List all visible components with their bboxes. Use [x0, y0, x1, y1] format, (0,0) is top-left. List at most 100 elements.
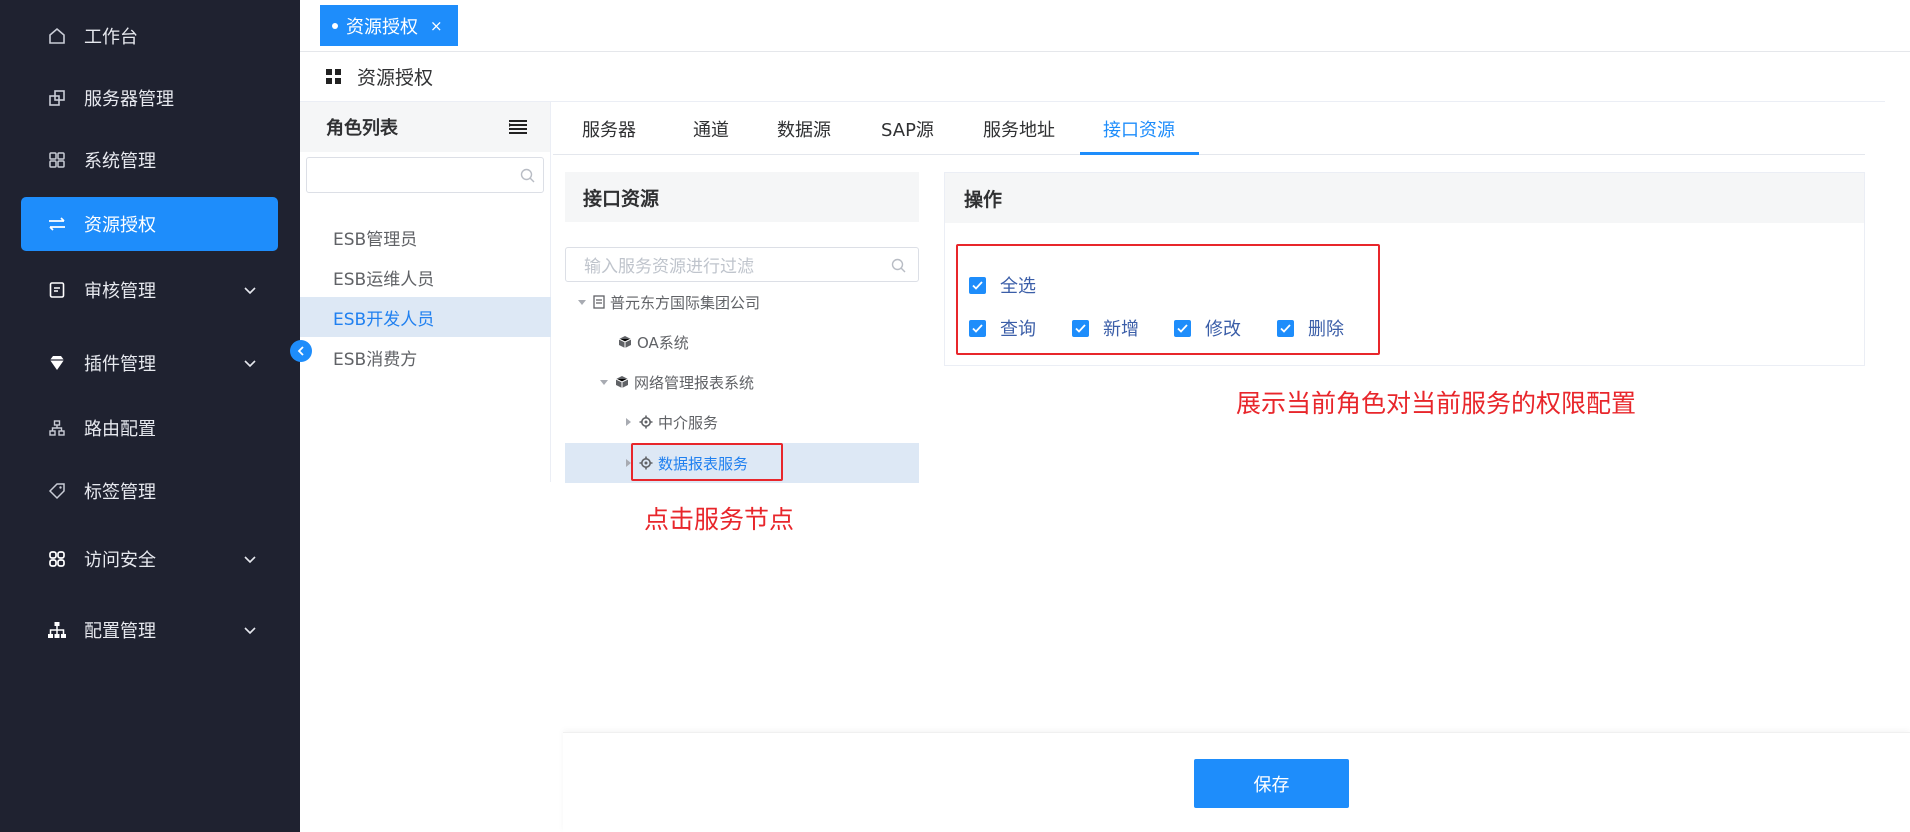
breadcrumb: 资源授权 [300, 52, 1885, 102]
hierarchy-icon [46, 619, 68, 641]
active-dot-icon [332, 22, 338, 29]
diamond-icon [46, 352, 68, 374]
open-tab-resource-auth[interactable]: 资源授权 × [320, 5, 458, 46]
tab-active-indicator [1080, 152, 1199, 155]
tab-server[interactable]: 服务器 [582, 102, 636, 155]
select-all-checkbox[interactable]: 全选 [969, 272, 1036, 298]
tab-sap-source[interactable]: SAP源 [881, 102, 934, 155]
tree-node-intermediary[interactable]: 中介服务 [621, 402, 718, 442]
tab-interface-resource[interactable]: 接口资源 [1103, 102, 1175, 155]
menu-icon[interactable] [508, 119, 528, 135]
sidebar-item-label: 访问安全 [84, 550, 156, 571]
server-icon [46, 87, 68, 109]
role-search-input[interactable] [306, 157, 544, 193]
perm-add-checkbox[interactable]: 新增 [1072, 315, 1139, 341]
sidebar-item-route[interactable]: 路由配置 [21, 401, 278, 455]
perm-edit-checkbox[interactable]: 修改 [1174, 315, 1241, 341]
checkbox-label: 全选 [1000, 276, 1036, 297]
checkbox-label: 查询 [1000, 319, 1036, 340]
check-icon [969, 276, 986, 294]
sidebar-item-label: 工作台 [84, 27, 138, 48]
sidebar-item-workbench[interactable]: 工作台 [21, 9, 278, 63]
sidebar-item-security[interactable]: 访问安全 [21, 532, 278, 586]
role-item[interactable]: ESB运维人员 [300, 257, 551, 297]
sidebar: 工作台 服务器管理 系统管理 资源授权 审核管理 插件管理 路由配置 标签管理 … [0, 0, 300, 832]
page-title: 资源授权 [357, 67, 434, 89]
sidebar-item-label: 系统管理 [84, 151, 156, 172]
sidebar-item-tags[interactable]: 标签管理 [21, 464, 278, 518]
sidebar-item-config[interactable]: 配置管理 [21, 603, 278, 657]
check-icon [1072, 319, 1089, 337]
search-icon [891, 258, 906, 273]
sidebar-item-label: 路由配置 [84, 419, 156, 440]
caret-right-icon[interactable] [621, 417, 635, 427]
tree-node-label: 普元东方国际集团公司 [610, 293, 761, 312]
perm-query-checkbox[interactable]: 查询 [969, 315, 1036, 341]
role-list-header: 角色列表 [300, 102, 550, 152]
gear-icon [639, 415, 653, 429]
tree-node-label: OA系统 [637, 333, 689, 352]
route-icon [46, 417, 68, 439]
sidebar-item-label: 配置管理 [84, 621, 156, 642]
save-button[interactable]: 保存 [1194, 759, 1349, 808]
resource-panel-title: 接口资源 [565, 172, 919, 222]
sidebar-item-server[interactable]: 服务器管理 [21, 71, 278, 125]
audit-icon [46, 279, 68, 301]
checkbox-label: 修改 [1205, 319, 1241, 340]
tree-node-company[interactable]: 普元东方国际集团公司 [575, 282, 760, 322]
chevron-left-icon [297, 346, 304, 356]
sidebar-item-label: 服务器管理 [84, 89, 174, 110]
document-icon [593, 295, 605, 309]
close-icon[interactable]: × [430, 17, 443, 35]
annotation-show-perms: 展示当前角色对当前服务的权限配置 [1236, 389, 1637, 418]
grid-icon [46, 149, 68, 171]
checkbox-label: 删除 [1308, 319, 1344, 340]
role-item-selected[interactable]: ESB开发人员 [300, 297, 551, 337]
tree-node-label: 中介服务 [658, 413, 719, 432]
tab-bar: 资源授权 × [300, 0, 1910, 52]
tag-icon [46, 480, 68, 502]
chevron-down-icon [244, 627, 256, 635]
open-tab-label: 资源授权 [346, 16, 418, 38]
sidebar-item-resource-auth[interactable]: 资源授权 [21, 197, 278, 251]
sidebar-item-plugin[interactable]: 插件管理 [21, 336, 278, 390]
swap-icon [46, 213, 68, 235]
sidebar-item-label: 资源授权 [84, 215, 156, 236]
role-item[interactable]: ESB管理员 [300, 217, 551, 257]
chevron-down-icon [244, 287, 256, 295]
chevron-down-icon [244, 360, 256, 368]
operations-title: 操作 [945, 173, 1864, 223]
checkbox-label: 新增 [1103, 319, 1139, 340]
sidebar-item-label: 审核管理 [84, 281, 156, 302]
cube-icon [615, 375, 629, 389]
home-icon [46, 25, 68, 47]
annotation-box-node [631, 443, 783, 481]
check-icon [1277, 319, 1294, 337]
resource-tabs: 服务器 通道 数据源 SAP源 服务地址 接口资源 [553, 102, 1865, 155]
tab-datasource[interactable]: 数据源 [777, 102, 831, 155]
sidebar-item-system[interactable]: 系统管理 [21, 133, 278, 187]
sidebar-item-audit[interactable]: 审核管理 [21, 263, 278, 317]
tree-node-oa[interactable]: OA系统 [618, 322, 689, 362]
tab-service-address[interactable]: 服务地址 [983, 102, 1055, 155]
role-item[interactable]: ESB消费方 [300, 337, 551, 377]
apps-icon [326, 69, 341, 84]
sidebar-item-label: 标签管理 [84, 482, 156, 503]
perm-delete-checkbox[interactable]: 删除 [1277, 315, 1344, 341]
resource-filter-input[interactable]: 输入服务资源进行过滤 [565, 247, 919, 282]
caret-down-icon[interactable] [597, 377, 611, 387]
role-list-title: 角色列表 [326, 118, 398, 139]
caret-down-icon[interactable] [575, 297, 589, 307]
role-list-panel: 角色列表 ESB管理员 ESB运维人员 ESB开发人员 ESB消费方 [300, 102, 551, 482]
filter-placeholder: 输入服务资源进行过滤 [584, 257, 754, 277]
check-icon [969, 319, 986, 337]
tab-channel[interactable]: 通道 [693, 102, 729, 155]
chevron-down-icon [244, 556, 256, 564]
tree-node-network-report[interactable]: 网络管理报表系统 [597, 362, 754, 402]
cube-icon [618, 335, 632, 349]
sidebar-collapse-button[interactable] [290, 340, 312, 362]
security-icon [46, 548, 68, 570]
annotation-click-node: 点击服务节点 [644, 505, 795, 534]
tree-node-label: 网络管理报表系统 [634, 373, 755, 392]
search-icon [520, 168, 535, 183]
